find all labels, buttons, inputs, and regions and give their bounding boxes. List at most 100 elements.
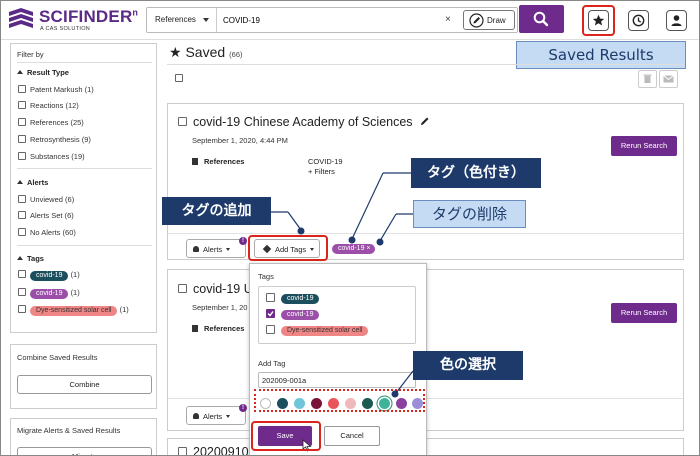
- draw-label: Draw: [487, 16, 506, 25]
- tag-list: covid-19 covid-19 Dye-sensitized solar c…: [258, 286, 416, 344]
- rerun-search-button[interactable]: Rerun Search: [611, 136, 677, 156]
- card-date: September 1, 2020, 4:44 PM: [192, 136, 288, 145]
- tag-chip: covid-19 ×: [332, 244, 375, 254]
- filter-sidebar: Filter by Result Type Patent Markush (1)…: [10, 43, 157, 333]
- combine-heading: Combine Saved Results: [17, 353, 98, 362]
- bell-icon: [193, 246, 199, 252]
- result-type-heading[interactable]: Result Type: [17, 68, 69, 77]
- filter-tag-dye-solar[interactable]: Dye-sensitized solar cell (1): [18, 305, 129, 316]
- collapse-icon: [17, 180, 23, 184]
- checkbox[interactable]: [18, 305, 26, 313]
- color-select-highlight: [254, 389, 425, 412]
- search-icon: [533, 11, 549, 27]
- user-icon: [671, 15, 682, 26]
- checkbox[interactable]: [266, 325, 275, 334]
- filter-retrosynthesis[interactable]: Retrosynthesis (9): [18, 135, 91, 144]
- select-all-checkbox[interactable]: [175, 74, 183, 82]
- combine-button[interactable]: Combine: [17, 375, 152, 394]
- tag-chip: covid-19: [30, 271, 69, 281]
- saved-count: (66): [229, 50, 243, 59]
- bell-icon: [193, 413, 199, 419]
- alerts-button[interactable]: Alerts: [186, 406, 246, 425]
- logo-subtitle: A CAS SOLUTION: [40, 26, 91, 32]
- card-checkbox[interactable]: [178, 284, 187, 293]
- filter-tag-covid19-purple[interactable]: covid-19 (1): [18, 288, 80, 299]
- search-bar: References × Draw: [146, 7, 518, 33]
- chevron-down-icon: [203, 18, 209, 22]
- alert-badge: !: [239, 237, 247, 245]
- cancel-button[interactable]: Cancel: [324, 426, 380, 446]
- filter-reactions[interactable]: Reactions (12): [18, 101, 79, 110]
- search-button[interactable]: [519, 5, 564, 33]
- checkbox[interactable]: [18, 288, 26, 296]
- filter-references[interactable]: References (25): [18, 118, 84, 127]
- filter-unviewed[interactable]: Unviewed (6): [18, 195, 74, 204]
- card-title[interactable]: covid-19 U: [178, 282, 253, 296]
- top-header: SCIFINDERn A CAS SOLUTION References × D…: [1, 1, 699, 40]
- logo-mark-icon: [9, 8, 33, 28]
- filter-tag-covid19-teal[interactable]: covid-19 (1): [18, 270, 80, 281]
- divider: [17, 245, 152, 246]
- user-account-button[interactable]: [666, 10, 687, 31]
- checkbox[interactable]: [18, 152, 26, 160]
- tag-option[interactable]: covid-19: [266, 309, 320, 320]
- callout-color-select: 色の選択: [413, 351, 523, 380]
- tags-heading: Tags: [258, 272, 274, 281]
- checkbox[interactable]: [18, 101, 26, 109]
- tag-option[interactable]: Dye-sensitized solar cell: [266, 325, 369, 336]
- checkbox[interactable]: [18, 118, 26, 126]
- migrate-button[interactable]: Migrate: [17, 447, 152, 455]
- scifinder-logo[interactable]: SCIFINDERn A CAS SOLUTION: [7, 5, 139, 35]
- remove-tag-icon[interactable]: ×: [366, 245, 370, 252]
- add-tag-input[interactable]: 202009-001a: [258, 372, 416, 388]
- card-checkbox[interactable]: [178, 447, 187, 455]
- checkbox[interactable]: [18, 85, 26, 93]
- checkbox[interactable]: [266, 293, 275, 302]
- trash-icon: [643, 74, 652, 83]
- draw-button[interactable]: Draw: [463, 10, 515, 30]
- checkbox[interactable]: [18, 211, 26, 219]
- checkbox[interactable]: [18, 135, 26, 143]
- filter-substances[interactable]: Substances (19): [18, 152, 85, 161]
- clear-search-icon[interactable]: ×: [445, 14, 451, 25]
- search-input[interactable]: [223, 13, 433, 27]
- tag-chip: Dye-sensitized solar cell: [30, 306, 118, 316]
- card-kind: References: [192, 324, 244, 333]
- alerts-heading[interactable]: Alerts: [17, 178, 48, 187]
- callout-tag-colored: タグ（色付き）: [411, 158, 541, 188]
- tag-option[interactable]: covid-19: [266, 293, 320, 304]
- divider: [17, 62, 152, 63]
- tag-chip: covid-19: [30, 289, 69, 299]
- card-title[interactable]: covid-19 Chinese Academy of Sciences: [178, 115, 430, 129]
- tag-chip: Dye-sensitized solar cell: [281, 326, 369, 336]
- email-button[interactable]: [659, 70, 678, 88]
- alerts-button[interactable]: Alerts: [186, 239, 246, 258]
- saved-results-highlight: [582, 5, 615, 36]
- callout-add-tag: タグの追加: [162, 197, 271, 225]
- alert-badge: !: [239, 404, 247, 412]
- filter-no-alerts[interactable]: No Alerts (60): [18, 228, 76, 237]
- logo-text: SCIFINDERn: [39, 7, 139, 26]
- card-checkbox[interactable]: [178, 117, 187, 126]
- chevron-down-icon: [226, 248, 231, 251]
- filter-alerts-set[interactable]: Alerts Set (6): [18, 211, 74, 220]
- card-title-text[interactable]: covid-19 U: [193, 282, 253, 296]
- card-title-text[interactable]: covid-19 Chinese Academy of Sciences: [193, 115, 413, 129]
- filter-patent-markush[interactable]: Patent Markush (1): [18, 85, 94, 94]
- mail-icon: [663, 75, 674, 83]
- pencil-icon: [469, 13, 484, 28]
- collapse-icon: [17, 256, 23, 260]
- checkbox[interactable]: [18, 228, 26, 236]
- checkbox[interactable]: [18, 195, 26, 203]
- history-button[interactable]: [628, 10, 649, 31]
- card-query: COVID-19 + Filters: [308, 157, 343, 176]
- rerun-search-button[interactable]: Rerun Search: [611, 303, 677, 323]
- card-kind: References: [192, 157, 244, 166]
- clock-icon: [632, 14, 645, 27]
- delete-button[interactable]: [638, 70, 657, 88]
- search-category-select[interactable]: References: [147, 8, 217, 32]
- checkbox-checked[interactable]: [266, 309, 275, 318]
- tags-heading[interactable]: Tags: [17, 254, 44, 263]
- edit-pencil-icon[interactable]: [420, 116, 430, 126]
- checkbox[interactable]: [18, 270, 26, 278]
